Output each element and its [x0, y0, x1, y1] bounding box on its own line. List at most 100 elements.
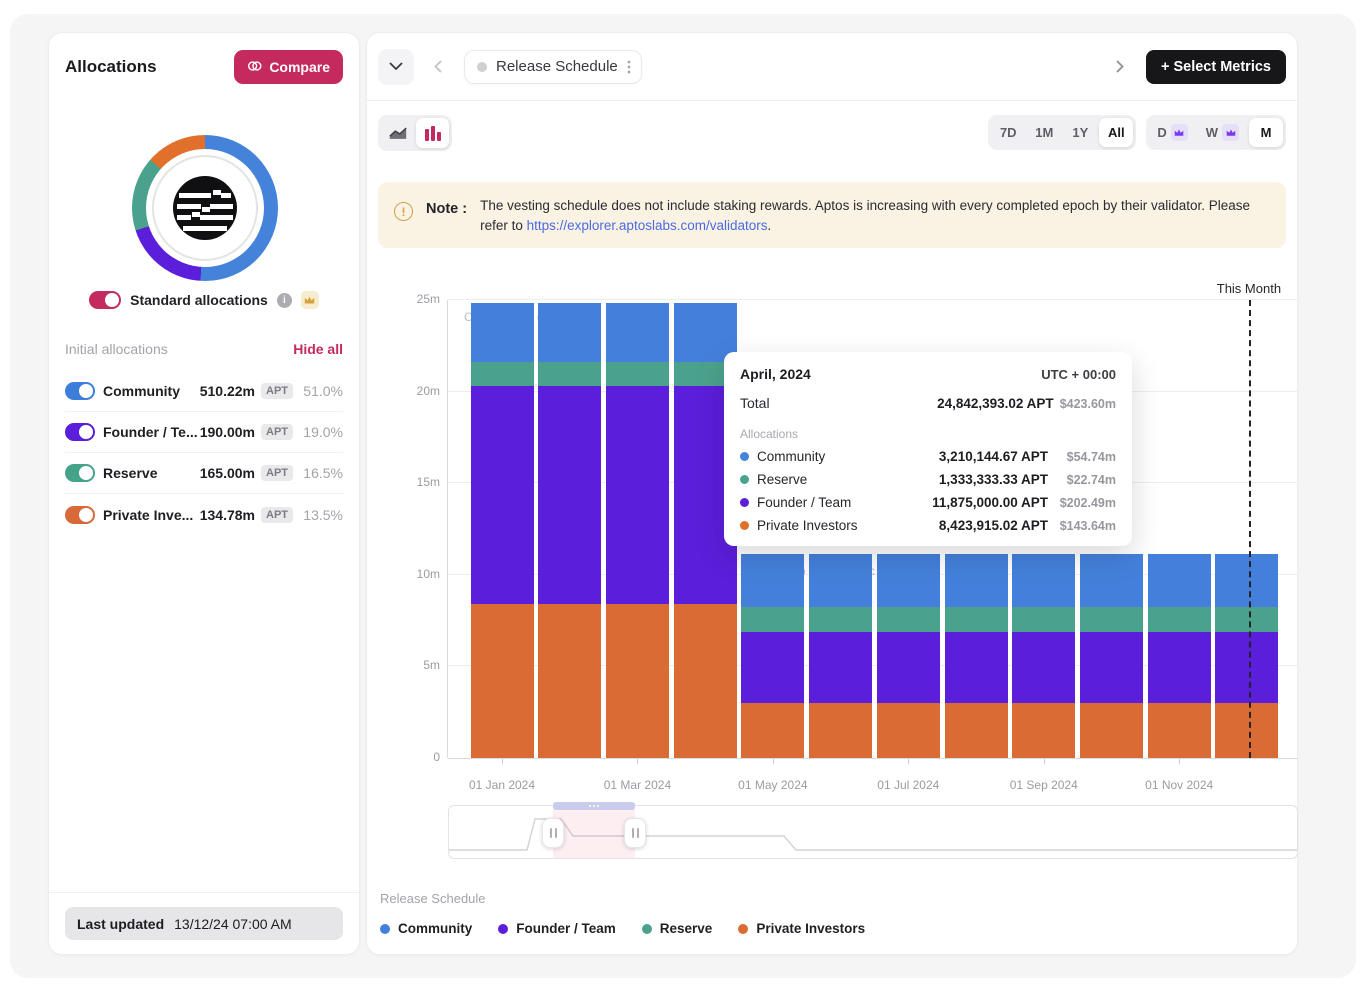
legend-item[interactable]: Reserve: [642, 921, 713, 936]
tooltip-series-usd: $54.74m: [1054, 450, 1116, 464]
chart-type-toggle: [378, 115, 452, 151]
bar-segment[interactable]: [945, 554, 1008, 607]
tooltip-series-name: Reserve: [757, 472, 939, 487]
allocation-toggle[interactable]: [65, 423, 95, 441]
bar-segment[interactable]: [1012, 632, 1075, 703]
bar-segment[interactable]: [741, 632, 804, 703]
legend-item[interactable]: Founder / Team: [498, 921, 616, 936]
allocation-toggle[interactable]: [65, 382, 95, 400]
bar-segment[interactable]: [1012, 554, 1075, 607]
compare-button[interactable]: Compare: [234, 50, 343, 84]
standard-allocations-toggle[interactable]: [89, 291, 121, 309]
bar-segment[interactable]: [809, 703, 872, 758]
chart-navigator[interactable]: [448, 805, 1298, 859]
y-axis-label: 10m: [392, 567, 440, 581]
navigator-selection-topbar[interactable]: [553, 802, 635, 810]
gridline: [448, 758, 1298, 759]
bar-segment[interactable]: [674, 604, 737, 758]
last-updated-pill: Last updated 13/12/24 07:00 AM: [65, 907, 343, 940]
info-icon[interactable]: i: [277, 293, 292, 308]
range-button-1y[interactable]: 1Y: [1063, 118, 1097, 147]
chart-tooltip: April, 2024 UTC + 00:00 Total 24,842,393…: [724, 352, 1132, 546]
bar-segment[interactable]: [1080, 703, 1143, 758]
metric-pill-release-schedule[interactable]: Release Schedule: [464, 50, 642, 84]
bar-segment[interactable]: [606, 386, 669, 604]
allocation-amount: 510.22m: [200, 383, 255, 399]
y-axis-line: [447, 300, 448, 758]
granularity-button-d[interactable]: D: [1149, 118, 1195, 147]
navigator-selection[interactable]: [553, 806, 635, 858]
range-button-all[interactable]: All: [1099, 118, 1133, 147]
bar-segment[interactable]: [538, 303, 601, 362]
bar-segment[interactable]: [877, 703, 940, 758]
navigator-handle-left[interactable]: [542, 818, 564, 848]
bar-segment[interactable]: [1080, 632, 1143, 703]
range-button-1m[interactable]: 1M: [1027, 118, 1061, 147]
bar-segment[interactable]: [877, 632, 940, 703]
allocations-donut-chart: [132, 135, 278, 281]
bar-segment[interactable]: [471, 303, 534, 362]
scroll-right-icon[interactable]: [1106, 60, 1134, 73]
tooltip-total-usd: $423.60m: [1060, 397, 1116, 411]
bar-segment[interactable]: [945, 703, 1008, 758]
bar-segment[interactable]: [606, 604, 669, 758]
bar-segment[interactable]: [945, 607, 1008, 631]
y-axis-label: 20m: [392, 384, 440, 398]
tooltip-series-usd: $143.64m: [1054, 519, 1116, 533]
kebab-menu-icon[interactable]: [627, 60, 631, 74]
bar-chart-button[interactable]: [416, 118, 449, 148]
bar-segment[interactable]: [606, 362, 669, 386]
granularity-button-m[interactable]: M: [1249, 118, 1283, 147]
range-button-7d[interactable]: 7D: [991, 118, 1025, 147]
bar-segment[interactable]: [1215, 607, 1278, 631]
bar-segment[interactable]: [1148, 554, 1211, 607]
allocation-unit-chip: APT: [261, 465, 293, 481]
legend-item[interactable]: Community: [380, 921, 472, 936]
legend-label: Reserve: [660, 921, 713, 936]
bar-segment[interactable]: [945, 632, 1008, 703]
bar-segment[interactable]: [1215, 632, 1278, 703]
bar-segment[interactable]: [809, 607, 872, 631]
bar-segment[interactable]: [1148, 703, 1211, 758]
bar-segment[interactable]: [1012, 607, 1075, 631]
bar-segment[interactable]: [1148, 632, 1211, 703]
collapse-dropdown-button[interactable]: [378, 49, 414, 85]
tooltip-row: Founder / Team11,875,000.00 APT$202.49m: [740, 495, 1116, 510]
bar-segment[interactable]: [741, 607, 804, 631]
bar-segment[interactable]: [1148, 607, 1211, 631]
bar-segment[interactable]: [809, 554, 872, 607]
tooltip-series-usd: $202.49m: [1054, 496, 1116, 510]
bar-segment[interactable]: [741, 703, 804, 758]
hide-all-link[interactable]: Hide all: [293, 341, 343, 357]
granularity-button-w[interactable]: W: [1198, 118, 1247, 147]
bar-segment[interactable]: [877, 554, 940, 607]
bar-segment[interactable]: [538, 362, 601, 386]
legend-dot-icon: [380, 924, 390, 934]
allocation-row: Private Inve...134.78mAPT13.5%: [65, 494, 343, 535]
select-metrics-button[interactable]: + Select Metrics: [1146, 50, 1286, 84]
bar-segment[interactable]: [1215, 703, 1278, 758]
bar-segment[interactable]: [809, 632, 872, 703]
validators-link[interactable]: https://explorer.aptoslabs.com/validator…: [527, 218, 768, 233]
bar-segment[interactable]: [877, 607, 940, 631]
bar-segment[interactable]: [1080, 607, 1143, 631]
bar-segment[interactable]: [471, 362, 534, 386]
bar-segment[interactable]: [1012, 703, 1075, 758]
bar-segment[interactable]: [741, 554, 804, 607]
bar-segment[interactable]: [471, 604, 534, 758]
scroll-left-icon[interactable]: [424, 60, 452, 73]
bar-segment[interactable]: [1080, 554, 1143, 607]
bar-segment[interactable]: [538, 386, 601, 604]
bar-segment[interactable]: [1215, 554, 1278, 607]
legend-item[interactable]: Private Investors: [738, 921, 865, 936]
bar-segment[interactable]: [606, 303, 669, 362]
area-chart-button[interactable]: [381, 118, 414, 148]
allocation-toggle[interactable]: [65, 506, 95, 524]
allocation-row: Reserve165.00mAPT16.5%: [65, 453, 343, 494]
allocation-toggle[interactable]: [65, 464, 95, 482]
tooltip-series-name: Founder / Team: [757, 495, 932, 510]
allocation-name: Private Inve...: [103, 507, 200, 523]
bar-segment[interactable]: [471, 386, 534, 604]
navigator-handle-right[interactable]: [624, 818, 646, 848]
bar-segment[interactable]: [538, 604, 601, 758]
